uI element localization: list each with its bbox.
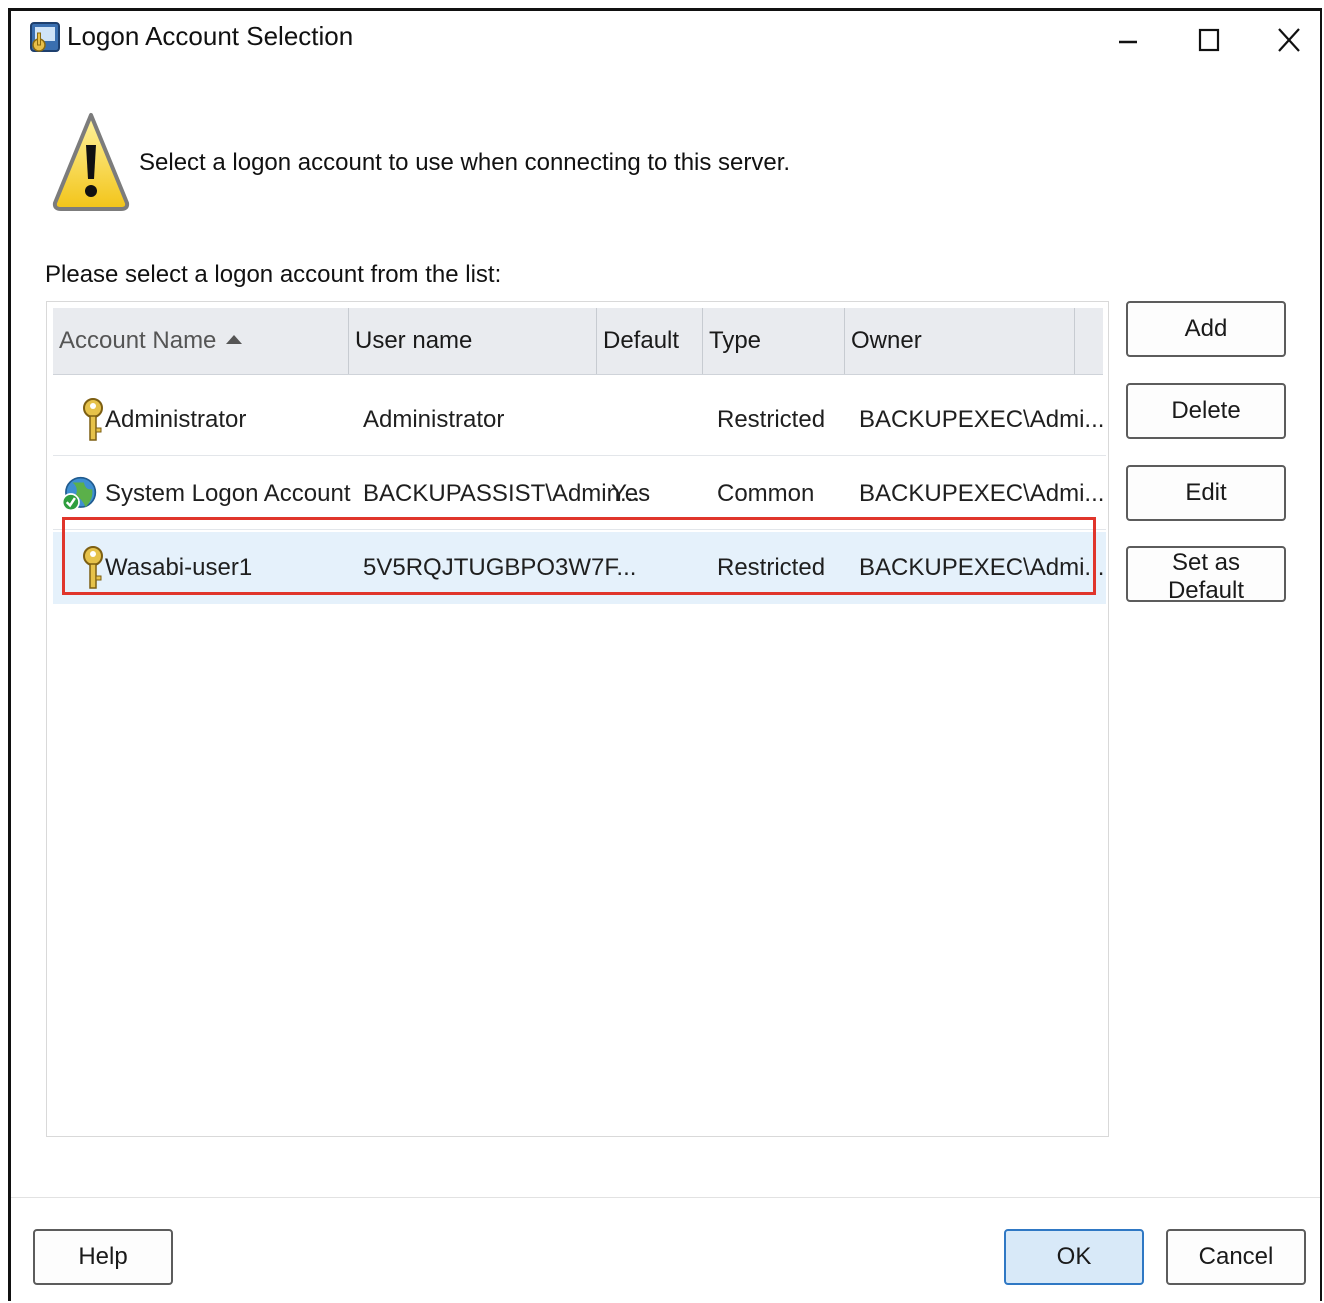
set-as-default-button[interactable]: Set as Default (1126, 546, 1286, 604)
column-label: User name (355, 327, 473, 354)
help-button[interactable]: Help (33, 1229, 173, 1285)
minimize-button[interactable] (1093, 15, 1163, 65)
title-bar[interactable]: Logon Account Selection (11, 11, 1320, 69)
table-row-selected[interactable]: Wasabi-user1 5V5RQJTUGBPO3W7F... Restric… (53, 532, 1106, 604)
warning-icon (52, 113, 130, 211)
logon-account-selection-window: Logon Account Selection Select a logon a… (8, 8, 1322, 1301)
list-label: Please select a logon account from the l… (45, 261, 502, 288)
column-header-user-name[interactable]: User name (349, 308, 597, 374)
user-name-cell: Administrator (363, 406, 505, 433)
account-name-cell: System Logon Account (105, 480, 351, 507)
close-icon (1278, 28, 1300, 52)
table-row[interactable]: Administrator Administrator Restricted B… (53, 384, 1106, 456)
list-header: Account Name User name Default Type Owne… (53, 308, 1103, 375)
column-label: Owner (851, 327, 922, 354)
type-cell: Common (717, 480, 815, 507)
window-title: Logon Account Selection (67, 21, 354, 51)
sort-ascending-icon (226, 334, 243, 344)
cancel-button[interactable]: Cancel (1166, 1229, 1306, 1285)
account-name-cell: Administrator (105, 406, 247, 433)
edit-button[interactable]: Edit (1126, 465, 1286, 521)
maximize-icon (1198, 28, 1220, 52)
column-header-default[interactable]: Default (597, 308, 703, 374)
owner-cell: BACKUPEXEC\Admi... (859, 554, 1105, 581)
column-header-type[interactable]: Type (703, 308, 845, 374)
owner-cell: BACKUPEXEC\Admi... (859, 406, 1105, 433)
default-cell: Yes (611, 480, 651, 507)
column-header-owner[interactable]: Owner (845, 308, 1075, 374)
owner-cell: BACKUPEXEC\Admi... (859, 480, 1105, 507)
column-header-account-name[interactable]: Account Name (53, 308, 349, 374)
column-label: Account Name (59, 327, 217, 354)
account-list[interactable]: Account Name User name Default Type Owne… (46, 301, 1109, 1137)
table-row[interactable]: System Logon Account BACKUPASSIST\Admin.… (53, 458, 1106, 530)
user-name-cell: 5V5RQJTUGBPO3W7F... (363, 554, 637, 581)
logon-account-app-icon (30, 22, 60, 52)
delete-button[interactable]: Delete (1126, 383, 1286, 439)
close-button[interactable] (1254, 15, 1324, 65)
type-cell: Restricted (717, 554, 826, 581)
globe-check-icon (61, 476, 97, 512)
maximize-button[interactable] (1174, 15, 1244, 65)
user-name-cell: BACKUPASSIST\Admin... (363, 480, 640, 507)
column-label: Type (709, 327, 762, 354)
ok-button[interactable]: OK (1004, 1229, 1144, 1285)
column-label: Default (603, 327, 680, 354)
type-cell: Restricted (717, 406, 826, 433)
minimize-icon (1119, 40, 1137, 44)
footer-divider (11, 1197, 1320, 1198)
intro-message: Select a logon account to use when conne… (139, 149, 791, 176)
account-name-cell: Wasabi-user1 (105, 554, 253, 581)
add-button[interactable]: Add (1126, 301, 1286, 357)
